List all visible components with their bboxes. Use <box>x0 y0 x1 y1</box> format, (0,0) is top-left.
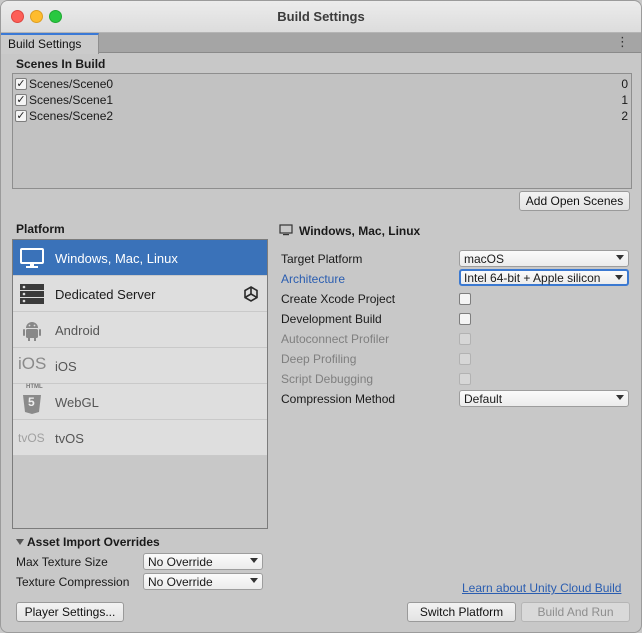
switch-platform-button[interactable]: Switch Platform <box>407 602 516 622</box>
texture-compression-label: Texture Compression <box>16 575 130 589</box>
build-and-run-button: Build And Run <box>521 602 630 622</box>
scene-checkbox[interactable]: ✓ <box>15 78 27 90</box>
platform-item-tvos[interactable]: tvOS tvOS <box>13 420 267 456</box>
scenes-in-build-header: Scenes In Build <box>16 57 106 71</box>
platform-item-ios[interactable]: iOS iOS <box>13 348 267 384</box>
scene-index: 1 <box>621 93 628 107</box>
tvos-icon: tvOS <box>18 431 45 445</box>
deep-profiling-checkbox <box>459 353 471 365</box>
create-xcode-project-label: Create Xcode Project <box>281 292 396 306</box>
platform-list: Windows, Mac, Linux Dedicated Server And… <box>12 239 268 529</box>
platform-label: iOS <box>55 359 77 374</box>
platform-label: tvOS <box>55 431 84 446</box>
chevron-down-icon <box>250 578 258 583</box>
unity-icon <box>244 286 258 302</box>
scenes-list[interactable]: ✓ Scenes/Scene0 0 ✓ Scenes/Scene1 1 ✓ Sc… <box>12 73 632 189</box>
platform-label: Windows, Mac, Linux <box>55 251 178 266</box>
player-settings-button[interactable]: Player Settings... <box>16 602 124 622</box>
autoconnect-profiler-checkbox <box>459 333 471 345</box>
tab-bar: Build Settings ⋮ <box>1 33 641 54</box>
compression-method-dropdown[interactable]: Default <box>459 390 629 407</box>
architecture-dropdown[interactable]: Intel 64-bit + Apple silicon <box>459 269 629 286</box>
platform-item-android[interactable]: Android <box>13 312 267 348</box>
scene-row[interactable]: ✓ Scenes/Scene0 0 <box>13 76 631 92</box>
compression-method-value: Default <box>464 392 503 406</box>
tab-build-settings[interactable]: Build Settings <box>1 33 99 54</box>
unity-cloud-build-link[interactable]: Learn about Unity Cloud Build <box>462 581 621 595</box>
chevron-down-icon <box>250 558 258 563</box>
html5-caption: HTML <box>26 384 43 390</box>
scene-name: Scenes/Scene1 <box>29 93 114 107</box>
architecture-value: Intel 64-bit + Apple silicon <box>464 271 601 285</box>
target-platform-label: Target Platform <box>281 252 363 266</box>
foldout-arrow-icon[interactable] <box>16 539 24 545</box>
window-title: Build Settings <box>277 9 365 24</box>
scene-row[interactable]: ✓ Scenes/Scene1 1 <box>13 92 631 108</box>
scene-index: 0 <box>621 77 628 91</box>
platform-item-dedicated-server[interactable]: Dedicated Server <box>13 276 267 312</box>
server-icon <box>20 284 44 304</box>
target-platform-value: macOS <box>464 252 505 266</box>
build-settings-window: Build Settings Build Settings ⋮ Scenes I… <box>0 0 642 633</box>
platform-item-webgl[interactable]: HTML 5 WebGL <box>13 384 267 420</box>
platform-label: Android <box>55 323 100 338</box>
scene-name: Scenes/Scene0 <box>29 77 114 91</box>
script-debugging-label: Script Debugging <box>281 372 374 386</box>
create-xcode-project-checkbox[interactable] <box>459 293 471 305</box>
architecture-label: Architecture <box>281 272 346 286</box>
script-debugging-checkbox <box>459 373 471 385</box>
android-icon <box>23 322 41 341</box>
scene-name: Scenes/Scene2 <box>29 109 114 123</box>
chevron-down-icon <box>616 395 624 400</box>
platform-label: Dedicated Server <box>55 287 156 302</box>
chevron-down-icon <box>615 275 623 280</box>
scene-index: 2 <box>621 109 628 123</box>
texture-compression-dropdown[interactable]: No Override <box>143 573 263 590</box>
texture-compression-value: No Override <box>148 575 213 589</box>
platform-settings-title: Windows, Mac, Linux <box>299 224 421 238</box>
development-build-label: Development Build <box>281 312 382 326</box>
max-texture-size-dropdown[interactable]: No Override <box>143 553 263 570</box>
development-build-checkbox[interactable] <box>459 313 471 325</box>
monitor-icon <box>279 224 293 236</box>
deep-profiling-label: Deep Profiling <box>281 352 357 366</box>
autoconnect-profiler-label: Autoconnect Profiler <box>281 332 390 346</box>
asset-import-overrides-header[interactable]: Asset Import Overrides <box>27 535 160 549</box>
add-open-scenes-button[interactable]: Add Open Scenes <box>519 191 630 211</box>
scene-checkbox[interactable]: ✓ <box>15 110 27 122</box>
ios-icon: iOS <box>18 354 47 373</box>
max-texture-size-value: No Override <box>148 555 213 569</box>
chevron-down-icon <box>616 255 624 260</box>
monitor-icon <box>20 248 44 268</box>
html5-number: 5 <box>28 395 35 409</box>
title-bar: Build Settings <box>1 1 641 33</box>
more-options-icon[interactable]: ⋮ <box>616 35 629 49</box>
target-platform-dropdown[interactable]: macOS <box>459 250 629 267</box>
scene-checkbox[interactable]: ✓ <box>15 94 27 106</box>
platform-item-windows-mac-linux[interactable]: Windows, Mac, Linux <box>13 240 267 276</box>
scene-row[interactable]: ✓ Scenes/Scene2 2 <box>13 108 631 124</box>
platform-label: WebGL <box>55 395 99 410</box>
compression-method-label: Compression Method <box>281 392 396 406</box>
max-texture-size-label: Max Texture Size <box>16 555 108 569</box>
platform-header: Platform <box>16 222 65 236</box>
